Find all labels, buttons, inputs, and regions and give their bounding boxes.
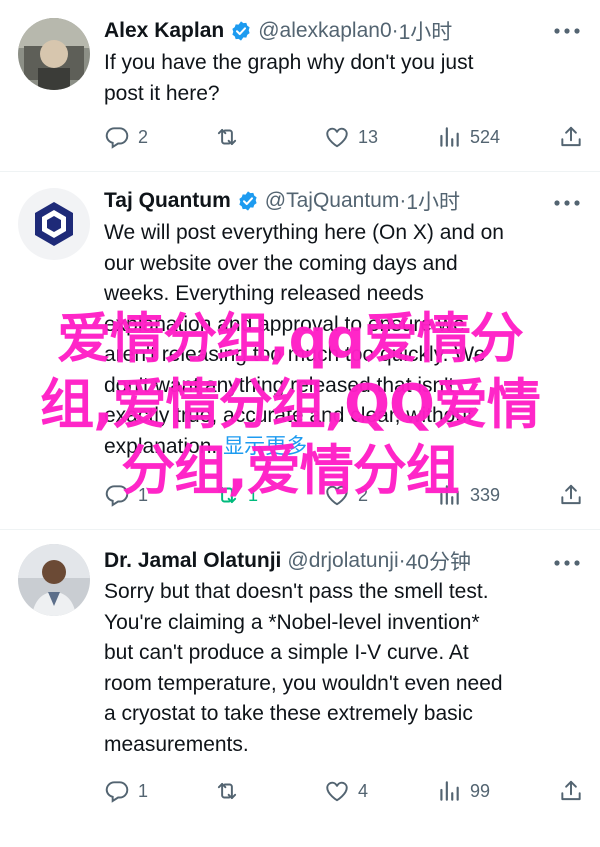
heart-icon (326, 485, 348, 506)
author-name[interactable]: Taj Quantum (104, 189, 231, 213)
reply-icon (105, 781, 129, 803)
retweet-button[interactable] (214, 122, 248, 152)
views-button[interactable]: 524 (436, 122, 500, 152)
reply-icon (105, 127, 129, 149)
tweet-text: We will post everything here (On X) and … (104, 218, 570, 462)
views-button[interactable]: 339 (436, 480, 500, 510)
retweet-icon (217, 486, 237, 504)
views-count: 524 (470, 126, 501, 147)
timestamp[interactable]: 40分钟 (406, 548, 471, 574)
reply-count: 1 (138, 780, 149, 801)
reply-count: 1 (138, 484, 149, 505)
timestamp[interactable]: 1小时 (406, 188, 460, 214)
separator: · (399, 189, 407, 212)
like-button[interactable]: 4 (324, 776, 368, 806)
tweet-header: Taj Quantum @TajQuantum · 1小时 (104, 188, 530, 214)
like-count: 2 (358, 484, 369, 505)
more-options-icon[interactable] (552, 556, 582, 570)
avatar[interactable] (18, 544, 90, 616)
avatar[interactable] (18, 18, 90, 90)
like-button[interactable]: 13 (324, 122, 378, 152)
reply-icon (105, 485, 129, 507)
separator: · (398, 549, 406, 572)
tweet-header: Alex Kaplan @alexkaplan0 · 1小时 (104, 18, 530, 44)
retweet-icon (217, 128, 237, 146)
tweet-actions: 1 1 2 339 (104, 480, 586, 510)
tweet[interactable]: Taj Quantum @TajQuantum · 1小时 We will po… (0, 172, 600, 530)
like-button[interactable]: 2 (324, 480, 368, 510)
show-more-link[interactable]: 显示更多 (223, 435, 307, 458)
avatar[interactable] (18, 188, 90, 260)
tweet-text: Sorry but that doesn't pass the smell te… (104, 580, 503, 756)
retweet-icon (217, 782, 237, 800)
more-options-icon[interactable] (552, 196, 582, 210)
share-button[interactable] (558, 480, 584, 510)
like-count: 13 (358, 126, 379, 147)
retweet-count: 1 (248, 484, 259, 505)
author-handle[interactable]: @TajQuantum (265, 189, 400, 213)
views-count: 99 (470, 780, 491, 801)
retweet-button[interactable] (214, 776, 248, 806)
views-button[interactable]: 99 (436, 776, 490, 806)
author-name[interactable]: Alex Kaplan (104, 19, 224, 43)
views-chart-icon (440, 781, 459, 801)
verified-badge-icon (239, 191, 257, 211)
tweet-actions: 2 13 524 (104, 122, 586, 152)
share-icon (561, 484, 581, 505)
tweet[interactable]: Alex Kaplan @alexkaplan0 · 1小时 If you ha… (0, 0, 600, 172)
timestamp[interactable]: 1小时 (399, 18, 453, 44)
heart-icon (326, 127, 348, 148)
share-icon (561, 780, 581, 801)
tweet-actions: 1 4 99 (104, 776, 586, 806)
reply-button[interactable]: 2 (104, 122, 148, 152)
tweet-text: If you have the graph why don't you just… (104, 51, 474, 105)
tweet-text-body: We will post everything here (On X) and … (104, 221, 504, 458)
views-count: 339 (470, 484, 501, 505)
author-handle[interactable]: @drjolatunji (287, 549, 398, 573)
share-button[interactable] (558, 776, 584, 806)
avatar-photo-icon (18, 18, 90, 90)
heart-icon (326, 781, 348, 802)
taj-quantum-logo-icon (18, 188, 90, 260)
reply-button[interactable]: 1 (104, 776, 148, 806)
tweet[interactable]: Dr. Jamal Olatunji @drjolatunji · 40分钟 S… (0, 530, 600, 847)
views-chart-icon (440, 485, 459, 505)
views-chart-icon (440, 127, 459, 147)
author-name[interactable]: Dr. Jamal Olatunji (104, 549, 281, 573)
reply-button[interactable]: 1 (104, 480, 148, 510)
verified-badge-icon (232, 21, 250, 41)
like-count: 4 (358, 780, 369, 801)
share-button[interactable] (558, 122, 584, 152)
reply-count: 2 (138, 126, 149, 147)
share-icon (561, 126, 581, 147)
separator: · (391, 19, 399, 42)
author-handle[interactable]: @alexkaplan0 (258, 19, 391, 43)
tweet-header: Dr. Jamal Olatunji @drjolatunji · 40分钟 (104, 548, 530, 574)
avatar-photo-icon (18, 544, 90, 616)
more-options-icon[interactable] (552, 24, 582, 38)
retweet-button[interactable]: 1 (214, 480, 258, 510)
